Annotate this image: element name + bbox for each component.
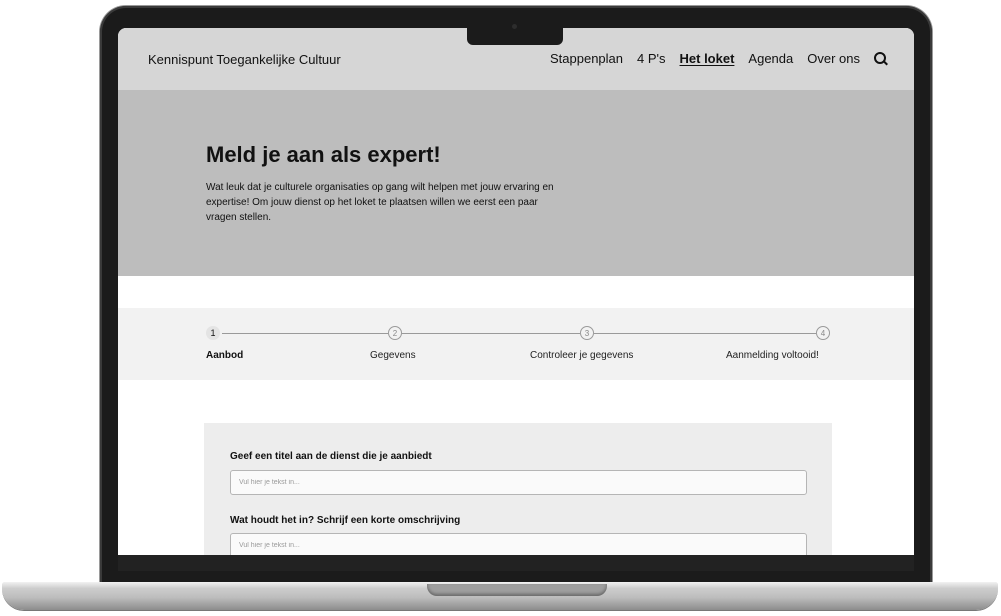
title-field-label: Geef een titel aan de dienst die je aanb…	[230, 451, 432, 462]
camera-icon	[512, 24, 517, 29]
search-icon-handle	[883, 60, 888, 65]
nav-item-agenda[interactable]: Agenda	[748, 51, 793, 66]
offer-form: Geef een titel aan de dienst die je aanb…	[204, 423, 832, 555]
page-title: Meld je aan als expert!	[206, 142, 441, 167]
brand-link[interactable]: Kennispunt Toegankelijke Cultuur	[148, 52, 341, 67]
nav-item-stappenplan[interactable]: Stappenplan	[550, 51, 623, 66]
step-connector	[594, 333, 816, 334]
step-1-number: 1	[206, 326, 220, 340]
main-nav: Stappenplan 4 P's Het loket Agenda Over …	[536, 51, 888, 66]
title-input[interactable]	[230, 470, 807, 495]
step-4-label: Aanmelding voltooid!	[726, 350, 819, 361]
step-3-number: 3	[580, 326, 594, 340]
step-connector	[222, 333, 388, 334]
laptop-chin	[118, 555, 914, 571]
laptop-hinge	[427, 584, 607, 596]
description-field-label: Wat houdt het in? Schrijf een korte omsc…	[230, 515, 461, 526]
screen: Kennispunt Toegankelijke Cultuur Stappen…	[118, 28, 914, 555]
nav-item-4ps[interactable]: 4 P's	[637, 51, 666, 66]
nav-item-het-loket[interactable]: Het loket	[680, 51, 735, 66]
nav-item-over-ons[interactable]: Over ons	[807, 51, 860, 66]
hero-intro-text: Wat leuk dat je culturele organisaties o…	[206, 182, 554, 223]
description-input[interactable]	[230, 533, 807, 555]
step-4-number: 4	[816, 326, 830, 340]
progress-stepper: 1 2 3 4 Aanbod Gegevens Controleer je ge…	[118, 308, 914, 380]
step-1-label: Aanbod	[206, 350, 244, 361]
step-connector	[402, 333, 580, 334]
camera-notch	[467, 24, 563, 45]
step-3-label: Controleer je gegevens	[530, 350, 634, 361]
step-2-label: Gegevens	[370, 350, 416, 361]
laptop-base	[2, 582, 998, 610]
hero-banner: Meld je aan als expert! Wat leuk dat je …	[118, 90, 914, 276]
step-2-number: 2	[388, 326, 402, 340]
search-icon[interactable]	[874, 51, 888, 66]
